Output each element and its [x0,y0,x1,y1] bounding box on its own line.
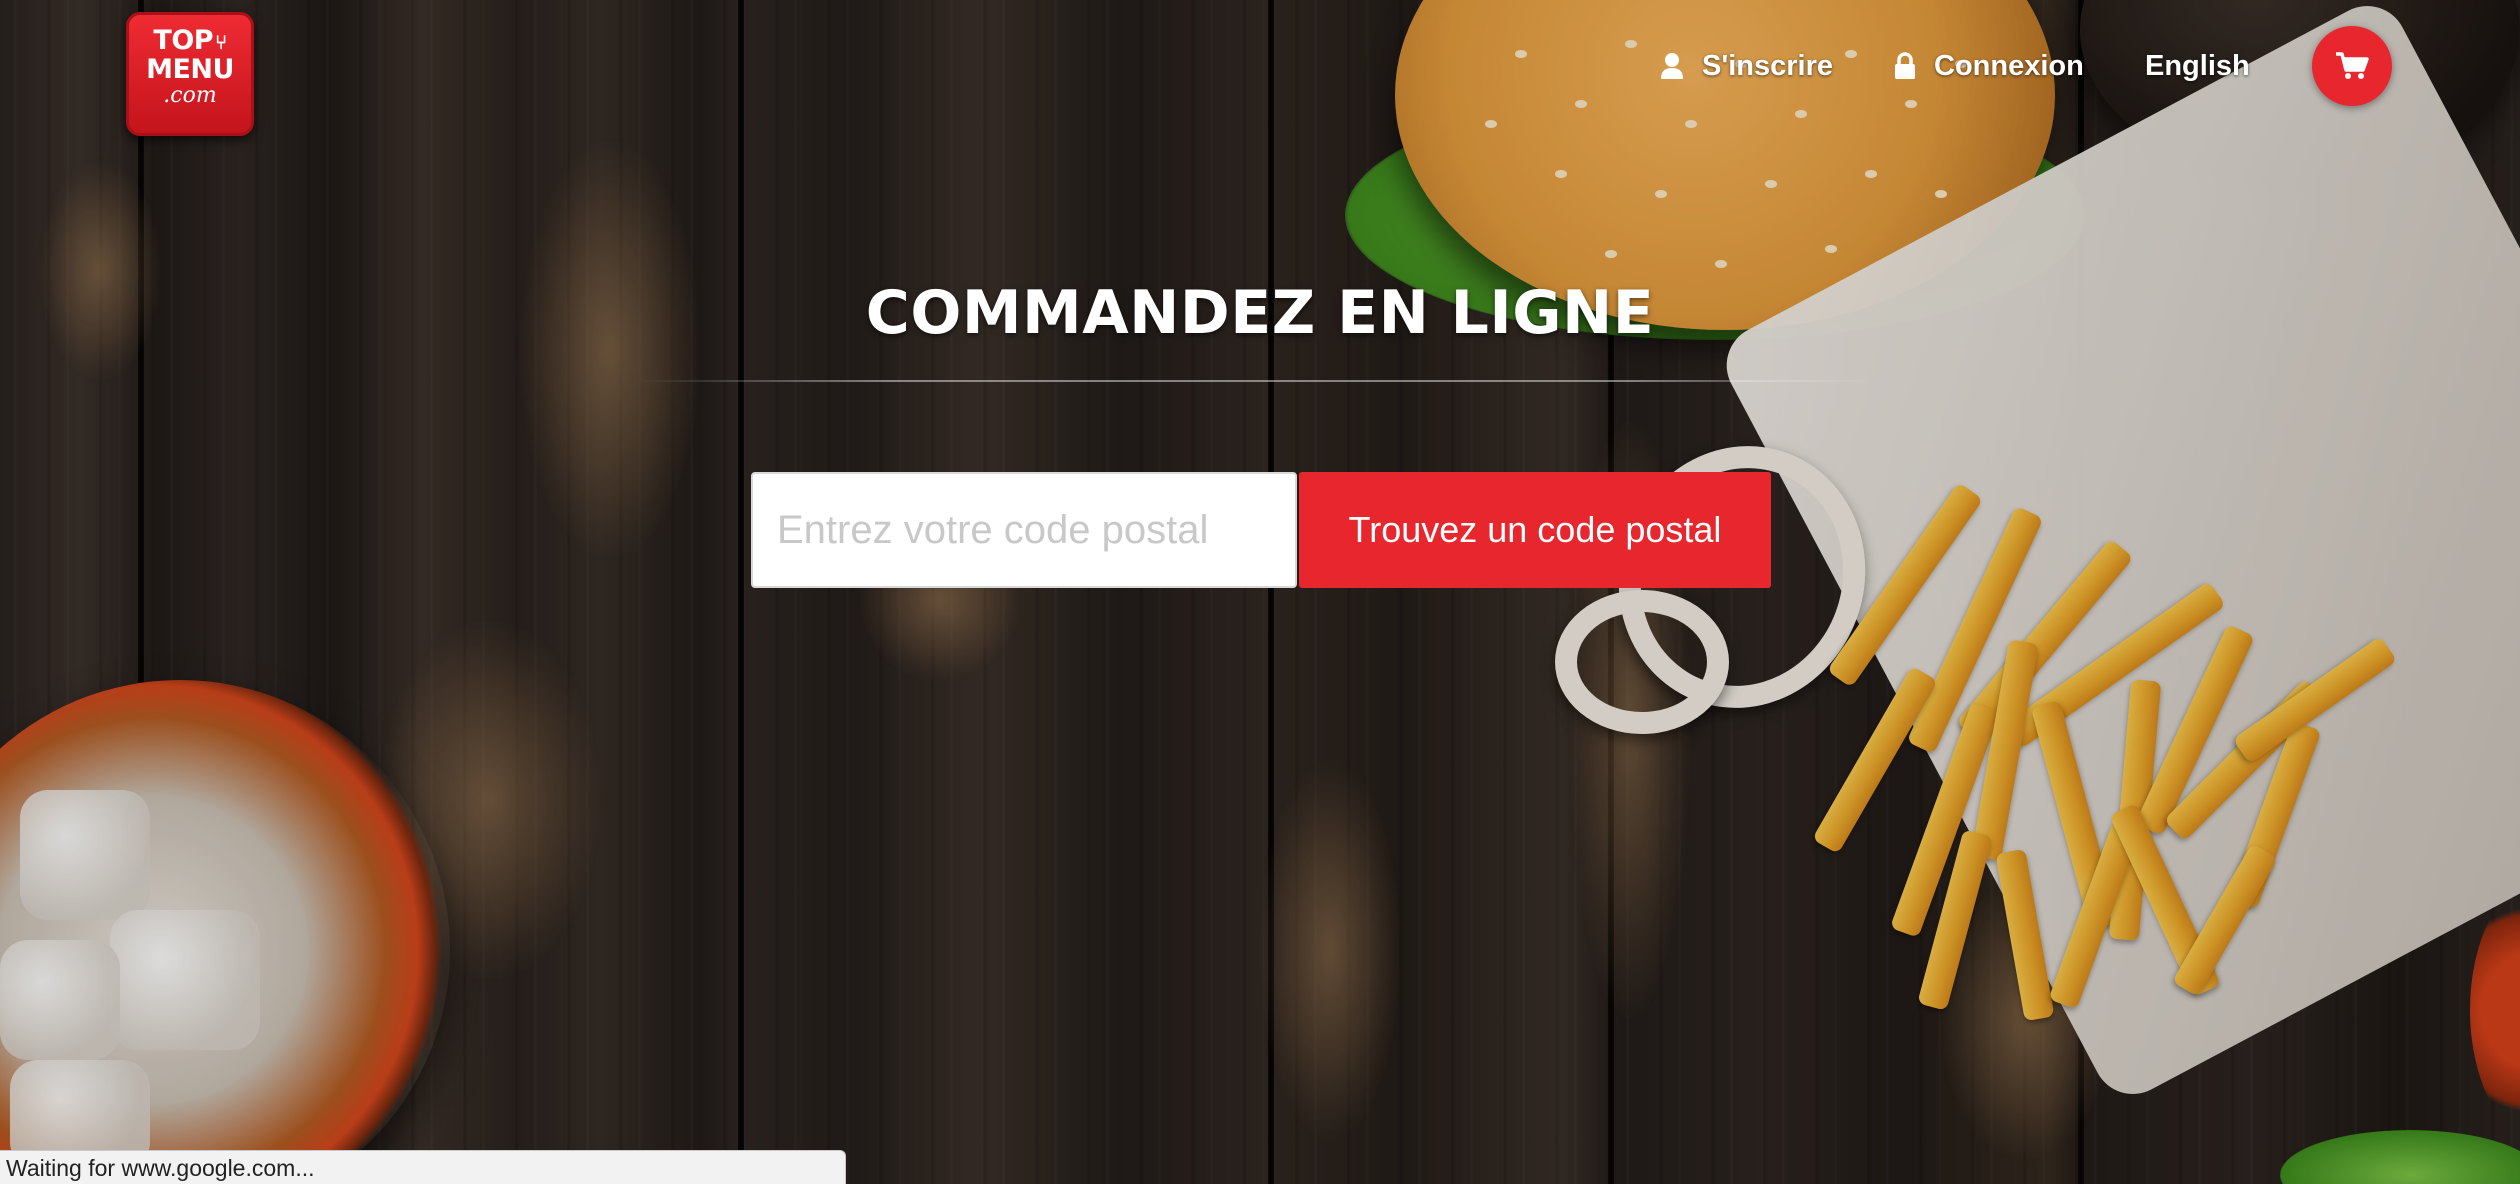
logo-line-2: MENU [146,54,234,85]
postal-code-input[interactable] [751,472,1297,588]
logo-line-3: .com [163,83,217,108]
signup-label: S'inscrire [1702,49,1834,82]
login-link[interactable]: Connexion [1894,44,2084,88]
background-overlay [0,0,2520,1184]
find-postal-code-button[interactable]: Trouvez un code postal [1299,472,1771,588]
site-logo[interactable]: TOP ⑂ MENU .com [126,12,254,136]
language-switch-link[interactable]: English [2145,44,2250,88]
signup-link[interactable]: S'inscrire [1660,44,1833,88]
cart-button[interactable] [2312,26,2392,106]
logo-line-1: TOP [153,25,214,56]
cutlery-icon: ⑂ [215,30,227,54]
user-icon [1661,53,1683,79]
page-title: COMMANDEZ EN LIGNE [865,278,1655,348]
cart-icon [2336,52,2369,79]
page: TOP ⑂ MENU .com S'inscrire Connexion Engl… [0,0,2520,1184]
login-label: Connexion [1934,49,2084,82]
title-divider [640,380,1880,382]
browser-status-bar: Waiting for www.google.com... [0,1150,846,1184]
lock-icon [1895,52,1915,79]
language-label: English [2145,49,2250,82]
